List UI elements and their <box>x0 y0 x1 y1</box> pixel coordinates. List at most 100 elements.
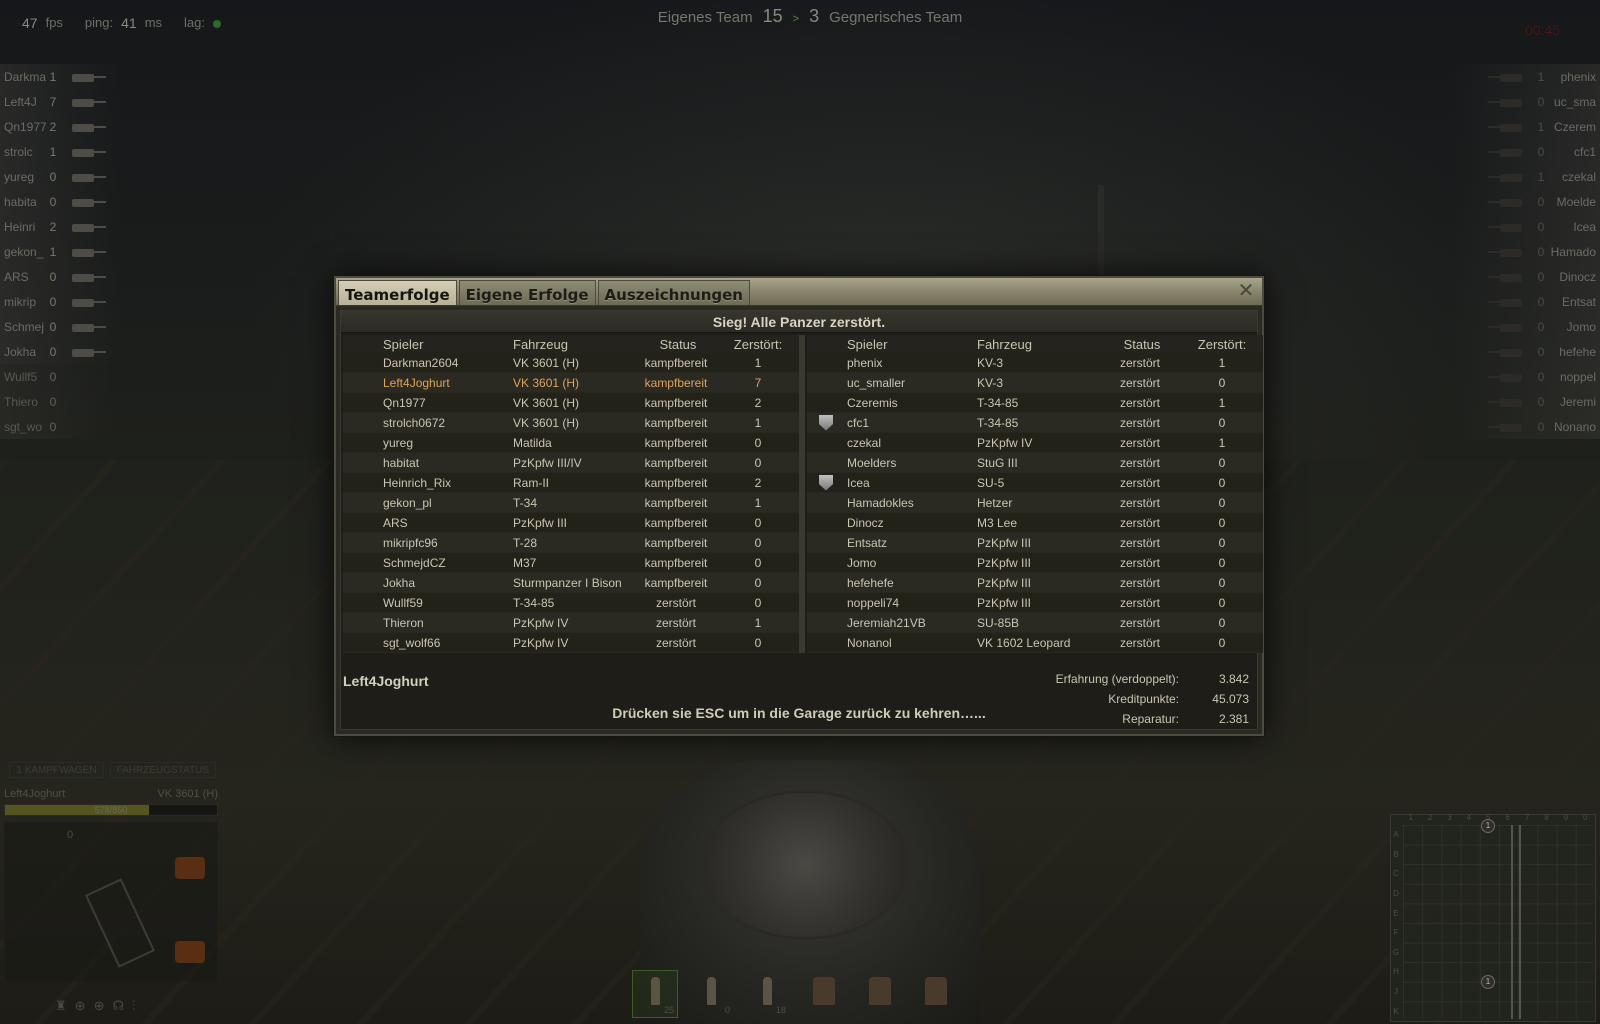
status-value: kampfbereit <box>644 375 708 390</box>
medkit-icon[interactable] <box>856 970 902 1018</box>
side-list-row[interactable]: gekon_ 1 <box>0 239 120 264</box>
tab-team-results[interactable]: Teamerfolge <box>338 280 457 305</box>
side-list-row[interactable]: Heinri 2 <box>0 214 120 239</box>
side-frag-count: 0 <box>1537 94 1545 109</box>
ammo-slot[interactable]: 18 <box>744 970 790 1018</box>
table-row[interactable]: Left4Joghurt VK 3601 (H) kampfbereit 7 <box>343 373 799 393</box>
medkit-icon[interactable] <box>175 941 205 963</box>
player-name: Jomo <box>847 555 877 570</box>
side-list-row[interactable]: mikrip 0 <box>0 289 120 314</box>
table-row[interactable]: ARS PzKpfw III kampfbereit 0 <box>343 513 799 533</box>
table-row[interactable]: strolch0672 VK 3601 (H) kampfbereit 1 <box>343 413 799 433</box>
table-row[interactable]: cfc1 T-34-85 zerstört 0 <box>807 413 1263 433</box>
table-row[interactable]: Thieron PzKpfw IV zerstört 1 <box>343 613 799 633</box>
side-list-row[interactable]: 0 Moelde <box>1450 189 1600 214</box>
repair-kit-icon[interactable] <box>800 970 846 1018</box>
side-list-row[interactable]: 0 Jomo <box>1450 314 1600 339</box>
side-list-row[interactable]: 0 cfc1 <box>1450 139 1600 164</box>
tank-class-icon <box>66 322 106 332</box>
kills-value: 0 <box>1218 535 1226 550</box>
extinguisher-icon[interactable] <box>912 970 958 1018</box>
table-row[interactable]: Moelders StuG III zerstört 0 <box>807 453 1263 473</box>
side-list-row[interactable]: sgt_wo 0 <box>0 414 120 439</box>
side-list-row[interactable]: 0 hefehe <box>1450 339 1600 364</box>
table-row[interactable]: Entsatz PzKpfw III zerstört 0 <box>807 533 1263 553</box>
table-row[interactable]: phenix KV-3 zerstört 1 <box>807 353 1263 373</box>
ammo-slot[interactable]: 0 <box>688 970 734 1018</box>
ammo-slot[interactable]: 25 <box>632 970 678 1018</box>
repair-kit-icon[interactable] <box>175 857 205 879</box>
table-row[interactable]: noppeli74 PzKpfw III zerstört 0 <box>807 593 1263 613</box>
table-row[interactable]: uc_smaller KV-3 zerstört 0 <box>807 373 1263 393</box>
repair-value: 2.381 <box>1218 712 1249 726</box>
side-list-row[interactable]: 1 phenix <box>1450 64 1600 89</box>
damage-tab-crew[interactable]: 1 KAMPFWAGEN <box>9 762 104 778</box>
kills-value: 1 <box>754 355 762 370</box>
table-row[interactable]: Dinocz M3 Lee zerstört 0 <box>807 513 1263 533</box>
side-list-row[interactable]: Thiero 0 <box>0 389 120 414</box>
side-list-row[interactable]: ARS 0 <box>0 264 120 289</box>
tab-awards[interactable]: Auszeichnungen <box>597 280 750 305</box>
side-list-row[interactable]: Qn1977 2 <box>0 114 120 139</box>
tab-own-results[interactable]: Eigene Erfolge <box>458 280 596 305</box>
table-row[interactable]: Icea SU-5 zerstört 0 <box>807 473 1263 493</box>
side-list-row[interactable]: yureg 0 <box>0 164 120 189</box>
player-name: Heinrich_Rix <box>383 475 452 490</box>
table-row[interactable]: Jeremiah21VB SU-85B zerstört 0 <box>807 613 1263 633</box>
table-row[interactable]: habitat PzKpfw III/IV kampfbereit 0 <box>343 453 799 473</box>
side-list-row[interactable]: 0 noppel <box>1450 364 1600 389</box>
side-list-row[interactable]: habita 0 <box>0 189 120 214</box>
table-row[interactable]: sgt_wolf66 PzKpfw IV zerstört 0 <box>343 633 799 653</box>
table-row[interactable]: Czeremis T-34-85 zerstört 1 <box>807 393 1263 413</box>
tank-class-icon <box>1488 172 1528 182</box>
close-icon[interactable]: ✕ <box>1236 281 1256 301</box>
side-list-row[interactable]: 1 czekal <box>1450 164 1600 189</box>
table-row[interactable]: hefehefe PzKpfw III zerstört 0 <box>807 573 1263 593</box>
side-list-row[interactable]: Darkma 1 <box>0 64 120 89</box>
table-row[interactable]: Wullf59 T-34-85 zerstört 0 <box>343 593 799 613</box>
side-list-row[interactable]: 0 Entsat <box>1450 289 1600 314</box>
side-list-row[interactable]: 0 Hamado <box>1450 239 1600 264</box>
minimap-row-labels: ABCDEFGHJK <box>1391 825 1401 1021</box>
table-row[interactable]: mikripfc96 T-28 kampfbereit 0 <box>343 533 799 553</box>
tank-class-icon <box>1488 222 1528 232</box>
table-row[interactable]: Jomo PzKpfw III zerstört 0 <box>807 553 1263 573</box>
table-row[interactable]: Heinrich_Rix Ram-II kampfbereit 2 <box>343 473 799 493</box>
side-player-name: Jeremi <box>1559 394 1596 409</box>
minimap-row-label: J <box>1394 987 1398 997</box>
table-row[interactable]: czekal PzKpfw IV zerstört 1 <box>807 433 1263 453</box>
minimap[interactable]: 1234567890 ABCDEFGHJK 1 1 <box>1390 813 1596 1022</box>
player-name: Dinocz <box>847 515 884 530</box>
side-list-row[interactable]: strolc 1 <box>0 139 120 164</box>
table-row[interactable]: Jokha Sturmpanzer I Bison kampfbereit 0 <box>343 573 799 593</box>
table-row[interactable]: Hamadokles Hetzer zerstört 0 <box>807 493 1263 513</box>
ammo-count: 18 <box>775 1005 786 1015</box>
table-row[interactable]: Qn1977 VK 3601 (H) kampfbereit 2 <box>343 393 799 413</box>
side-list-row[interactable]: Schmej 0 <box>0 314 120 339</box>
status-value: kampfbereit <box>644 515 708 530</box>
vehicle-name: Sturmpanzer I Bison <box>513 575 622 590</box>
side-player-name: Moelde <box>1556 194 1596 209</box>
table-row[interactable]: yureg Matilda kampfbereit 0 <box>343 433 799 453</box>
side-list-row[interactable]: 0 Icea <box>1450 214 1600 239</box>
side-list-row[interactable]: 0 Jeremi <box>1450 389 1600 414</box>
side-player-name: Entsat <box>1561 294 1596 309</box>
tank-schematic: 0 <box>4 822 218 982</box>
side-player-name: uc_sma <box>1553 94 1596 109</box>
damage-tab-status[interactable]: FAHRZEUGSTATUS <box>109 762 216 778</box>
player-name: hefehefe <box>847 575 894 590</box>
side-list-row[interactable]: 0 uc_sma <box>1450 89 1600 114</box>
side-list-row[interactable]: Wullf5 0 <box>0 364 120 389</box>
side-list-row[interactable]: 0 Dinocz <box>1450 264 1600 289</box>
table-row[interactable]: gekon_pl T-34 kampfbereit 1 <box>343 493 799 513</box>
side-list-row[interactable]: 0 Nonano <box>1450 414 1600 439</box>
table-row[interactable]: Darkman2604 VK 3601 (H) kampfbereit 1 <box>343 353 799 373</box>
status-value: zerstört <box>655 615 696 630</box>
table-row[interactable]: Nonanol VK 1602 Leopard zerstört 0 <box>807 633 1263 653</box>
col-destroyed: Zerstört: <box>1197 336 1247 352</box>
side-list-row[interactable]: Left4J 7 <box>0 89 120 114</box>
side-list-row[interactable]: 1 Czerem <box>1450 114 1600 139</box>
side-frag-count: 0 <box>1537 269 1545 284</box>
table-row[interactable]: SchmejdCZ M37 kampfbereit 0 <box>343 553 799 573</box>
side-list-row[interactable]: Jokha 0 <box>0 339 120 364</box>
